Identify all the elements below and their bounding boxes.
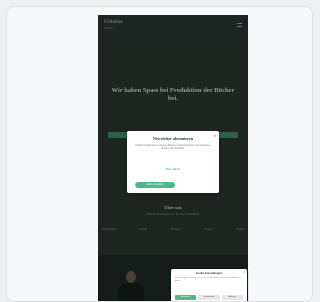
cookie-banner: × Cookie-Einstellungen Wir verwenden Coo…: [171, 269, 247, 301]
subscribe-button[interactable]: Jetzt anmelden: [135, 182, 175, 188]
accept-cookies-button[interactable]: Akzeptieren: [175, 295, 197, 300]
preview-card: Fridolina Bücher Wir haben Spass bei Pro…: [6, 6, 313, 302]
cookie-title: Cookie-Einstellungen: [195, 272, 223, 275]
modal-link[interactable]: Mehr erfahren: [135, 169, 211, 171]
decline-cookies-button[interactable]: Ablehnen: [221, 295, 243, 300]
cookie-text: Wir verwenden Cookies, um dir das beste …: [175, 277, 241, 282]
cookie-actions: Akzeptieren Einstellungen Ablehnen: [175, 295, 243, 300]
modal-text: Erhalte Neuigkeiten zu unseren Büchern, …: [135, 145, 211, 150]
newsletter-modal: × Newsletter abonnieren Erhalte Neuigkei…: [127, 131, 219, 193]
cookie-settings-button[interactable]: Einstellungen: [198, 295, 220, 300]
modal-title: Newsletter abonnieren: [152, 136, 194, 141]
